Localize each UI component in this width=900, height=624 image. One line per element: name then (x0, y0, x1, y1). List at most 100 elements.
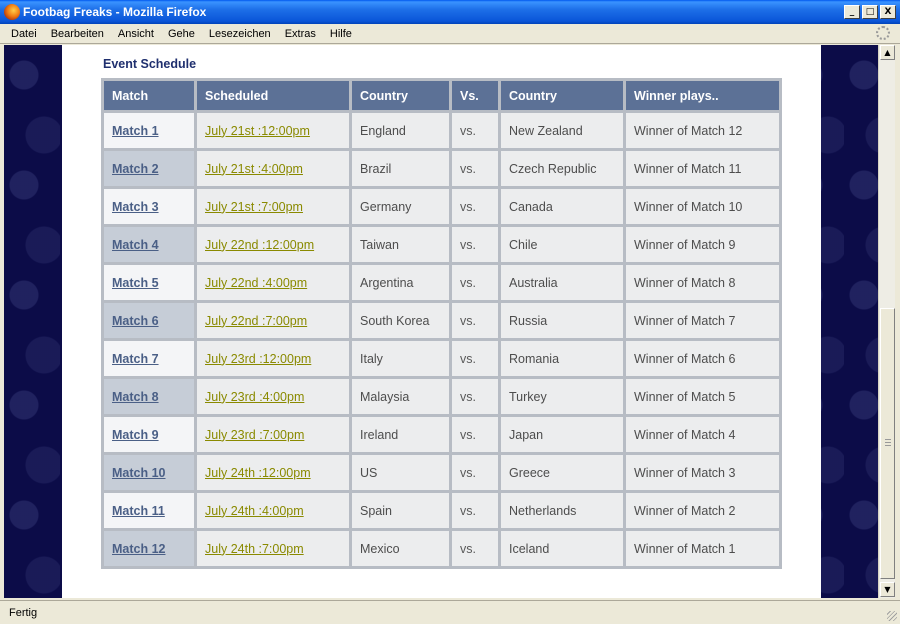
cell-country-1: Ireland (352, 417, 449, 452)
menu-hilfe[interactable]: Hilfe (323, 28, 359, 40)
cell-winner: Winner of Match 2 (626, 493, 779, 528)
match-link[interactable]: Match 11 (112, 504, 165, 518)
match-link[interactable]: Match 10 (112, 466, 166, 480)
menu-extras[interactable]: Extras (278, 28, 323, 40)
table-row: Match 11 July 24th :4:00pm Spain vs. Netherl… (104, 493, 779, 528)
cell-country-1: Mexico (352, 531, 449, 566)
cell-vs: vs. (452, 227, 498, 262)
scheduled-link[interactable]: July 22nd :7:00pm (205, 314, 307, 328)
header-match: Match (104, 81, 194, 110)
menu-datei[interactable]: Datei (4, 28, 44, 40)
cell-country-2: Czech Republic (501, 151, 623, 186)
cell-vs: vs. (452, 113, 498, 148)
cell-country-2: Romania (501, 341, 623, 376)
cell-winner: Winner of Match 1 (626, 531, 779, 566)
cell-scheduled: July 24th :4:00pm (197, 493, 349, 528)
scheduled-link[interactable]: July 23rd :7:00pm (205, 428, 304, 442)
match-link[interactable]: Match 5 (112, 276, 159, 290)
close-button[interactable]: X (880, 5, 896, 19)
cell-scheduled: July 22nd :7:00pm (197, 303, 349, 338)
cell-country-1: South Korea (352, 303, 449, 338)
status-bar: Fertig (0, 600, 900, 624)
header-country-2: Country (501, 81, 623, 110)
scheduled-link[interactable]: July 22nd :4:00pm (205, 276, 307, 290)
table-row: Match 4 July 22nd :12:00pm Taiwan vs. Chile W… (104, 227, 779, 262)
cell-scheduled: July 24th :7:00pm (197, 531, 349, 566)
cell-country-2: New Zealand (501, 113, 623, 148)
cell-country-2: Japan (501, 417, 623, 452)
cell-country-2: Iceland (501, 531, 623, 566)
scrollbar-thumb[interactable] (880, 308, 895, 579)
cell-country-2: Australia (501, 265, 623, 300)
table-row: Match 7 July 23rd :12:00pm Italy vs. Romania… (104, 341, 779, 376)
maximize-button[interactable]: □ (862, 5, 878, 19)
match-link[interactable]: Match 2 (112, 162, 159, 176)
match-link[interactable]: Match 8 (112, 390, 159, 404)
menu-bearbeiten[interactable]: Bearbeiten (44, 28, 111, 40)
match-link[interactable]: Match 4 (112, 238, 159, 252)
cell-scheduled: July 21st :12:00pm (197, 113, 349, 148)
cell-winner: Winner of Match 8 (626, 265, 779, 300)
cell-match: Match 2 (104, 151, 194, 186)
resize-grip-icon[interactable] (887, 611, 897, 621)
cell-match: Match 9 (104, 417, 194, 452)
match-link[interactable]: Match 12 (112, 542, 166, 556)
content-viewport: Event Schedule Match Scheduled Country V… (4, 45, 878, 598)
cell-country-1: Brazil (352, 151, 449, 186)
table-row: Match 10 July 24th :12:00pm US vs. Greece Win… (104, 455, 779, 490)
scroll-down-arrow-icon[interactable]: ▼ (880, 582, 895, 597)
scrollbar-grip-icon (885, 439, 891, 447)
scheduled-link[interactable]: July 23rd :12:00pm (205, 352, 311, 366)
match-link[interactable]: Match 9 (112, 428, 159, 442)
cell-winner: Winner of Match 6 (626, 341, 779, 376)
cell-match: Match 10 (104, 455, 194, 490)
scheduled-link[interactable]: July 21st :7:00pm (205, 200, 303, 214)
cell-winner: Winner of Match 10 (626, 189, 779, 224)
cell-winner: Winner of Match 12 (626, 113, 779, 148)
scheduled-link[interactable]: July 21st :12:00pm (205, 124, 310, 138)
scheduled-link[interactable]: July 24th :12:00pm (205, 466, 311, 480)
match-link[interactable]: Match 1 (112, 124, 159, 138)
cell-match: Match 12 (104, 531, 194, 566)
cell-vs: vs. (452, 455, 498, 490)
cell-vs: vs. (452, 531, 498, 566)
menu-ansicht[interactable]: Ansicht (111, 28, 161, 40)
vertical-scrollbar[interactable]: ▲ ▼ (878, 45, 895, 598)
window-controls: _ □ X (844, 5, 896, 19)
cell-match: Match 3 (104, 189, 194, 224)
cell-scheduled: July 24th :12:00pm (197, 455, 349, 490)
match-link[interactable]: Match 6 (112, 314, 159, 328)
cell-country-1: England (352, 113, 449, 148)
window-titlebar[interactable]: Footbag Freaks - Mozilla Firefox _ □ X (0, 0, 900, 24)
table-header-row: Match Scheduled Country Vs. Country Winn… (104, 81, 779, 110)
cell-vs: vs. (452, 151, 498, 186)
menu-lesezeichen[interactable]: Lesezeichen (202, 28, 278, 40)
menu-gehe[interactable]: Gehe (161, 28, 202, 40)
scheduled-link[interactable]: July 24th :7:00pm (205, 542, 304, 556)
cell-country-2: Chile (501, 227, 623, 262)
cell-match: Match 7 (104, 341, 194, 376)
cell-scheduled: July 23rd :7:00pm (197, 417, 349, 452)
cell-scheduled: July 23rd :12:00pm (197, 341, 349, 376)
cell-country-1: Argentina (352, 265, 449, 300)
header-scheduled: Scheduled (197, 81, 349, 110)
table-row: Match 9 July 23rd :7:00pm Ireland vs. Japan W… (104, 417, 779, 452)
cell-country-1: US (352, 455, 449, 490)
table-row: Match 8 July 23rd :4:00pm Malaysia vs. Turke… (104, 379, 779, 414)
match-link[interactable]: Match 7 (112, 352, 159, 366)
scheduled-link[interactable]: July 23rd :4:00pm (205, 390, 304, 404)
scheduled-link[interactable]: July 22nd :12:00pm (205, 238, 314, 252)
cell-winner: Winner of Match 5 (626, 379, 779, 414)
page-column: Event Schedule Match Scheduled Country V… (62, 45, 821, 598)
scroll-up-arrow-icon[interactable]: ▲ (880, 45, 895, 60)
cell-country-1: Spain (352, 493, 449, 528)
cell-vs: vs. (452, 341, 498, 376)
scheduled-link[interactable]: July 21st :4:00pm (205, 162, 303, 176)
cell-scheduled: July 22nd :12:00pm (197, 227, 349, 262)
menu-bar: Datei Bearbeiten Ansicht Gehe Lesezeiche… (0, 24, 900, 44)
header-vs: Vs. (452, 81, 498, 110)
scheduled-link[interactable]: July 24th :4:00pm (205, 504, 304, 518)
minimize-button[interactable]: _ (844, 5, 860, 19)
match-link[interactable]: Match 3 (112, 200, 159, 214)
cell-vs: vs. (452, 303, 498, 338)
